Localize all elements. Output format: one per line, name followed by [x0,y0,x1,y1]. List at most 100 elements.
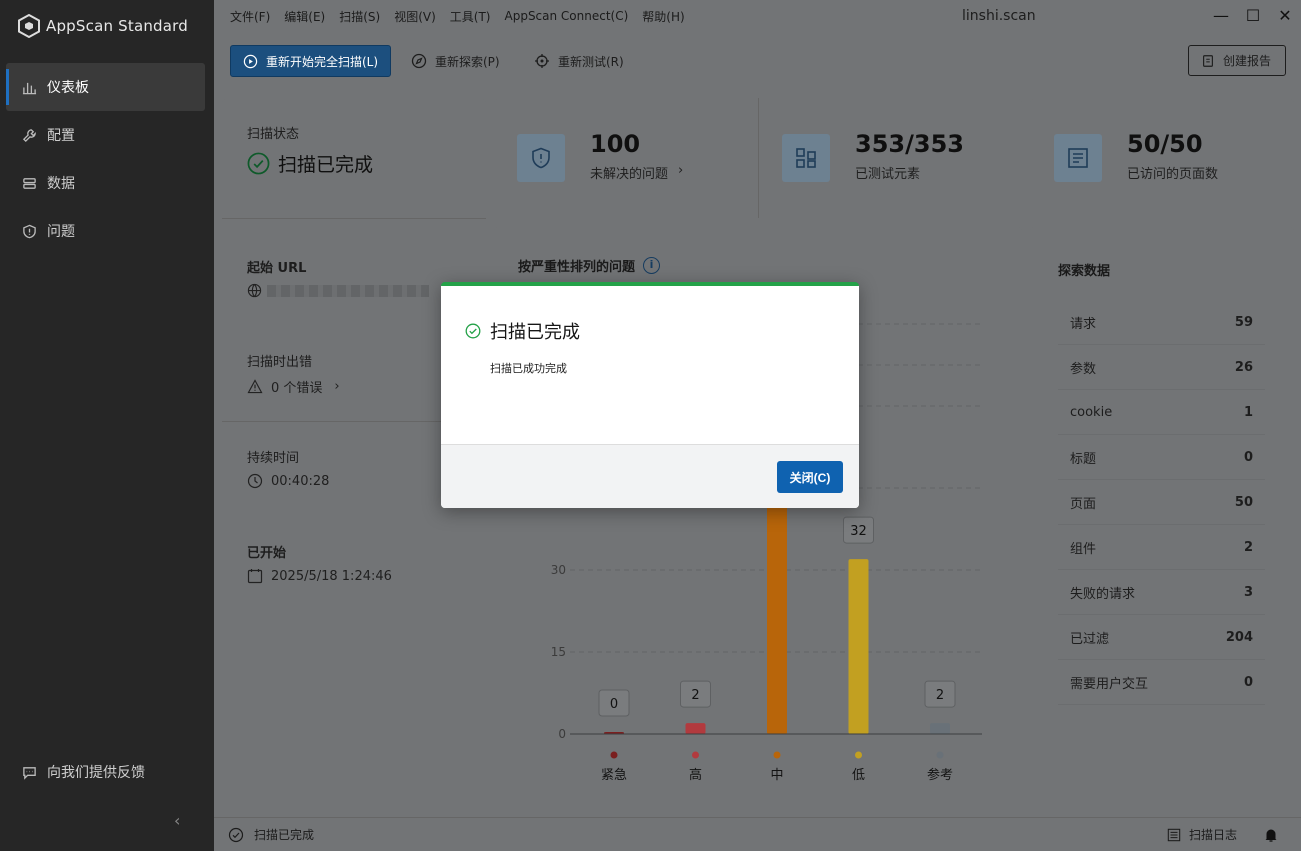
open-issues-value: 100 [590,130,641,158]
scan-log-label: 扫描日志 [1188,828,1237,842]
started-row: 2025/5/18 1:24:46 [247,568,392,584]
play-circle-icon [243,54,258,68]
chevron-right-icon: › [678,163,684,178]
duration-value: 00:40:28 [271,473,330,489]
errors-link[interactable]: 0 个错误 › [247,377,340,396]
explore-row-label: 请求 [1070,316,1097,332]
explore-row-value: 59 [1234,314,1253,330]
sidebar-item-dashboard[interactable]: 仪表板 [6,63,205,111]
menu-view[interactable]: 视图(V) [394,8,436,25]
explore-row: 参数 26 [1058,345,1265,390]
pages-stat-card: 50/50 已访问的页面数 [1030,98,1294,218]
elements-stat-iconbox [782,134,830,182]
explore-row: 组件 2 [1058,525,1265,570]
dialog-footer: 关闭(C) [441,444,859,508]
explore-row: 已过滤 204 [1058,615,1265,660]
menu-file[interactable]: 文件(F) [230,8,270,25]
close-window-button[interactable]: ✕ [1274,6,1296,26]
sidebar-item-label: 问题 [47,224,75,240]
started-label: 已开始 [247,546,287,561]
value-label: 2 [936,688,944,703]
stats-card: 100 未解决的问题 › 353/353 已测试元素 [494,98,1022,218]
bar-4 [930,723,950,734]
bell-icon[interactable] [1263,827,1279,843]
create-report-button[interactable]: 创建报告 [1188,45,1286,76]
feedback-link[interactable]: 向我们提供反馈 [6,748,205,796]
scan-log-button[interactable]: 扫描日志 [1167,826,1237,843]
explore-row-value: 1 [1243,404,1253,420]
feedback-label: 向我们提供反馈 [47,765,145,781]
clock-icon [247,473,263,489]
category-label: 高 [689,767,702,783]
explore-row: 需要用户交互 0 [1058,660,1265,705]
sidebar-item-issues[interactable]: 问题 [6,207,205,255]
minimize-button[interactable]: — [1210,6,1232,26]
explore-row-label: cookie [1070,404,1113,420]
divider [758,98,759,218]
tested-elements-label: 已测试元素 [855,167,921,182]
errors-label: 扫描时出错 [247,355,313,370]
legend-dot [692,751,699,759]
bar-3 [848,559,869,734]
explore-row-value: 3 [1243,584,1253,600]
retest-button[interactable]: 重新测试(R) [534,45,624,77]
warning-circle-icon [23,224,36,238]
menu-help[interactable]: 帮助(H) [642,8,684,25]
explore-row-value: 204 [1225,629,1253,645]
sidebar-item-config[interactable]: 配置 [6,111,205,159]
sidebar-item-data[interactable]: 数据 [6,159,205,207]
explore-row: 页面 50 [1058,480,1265,525]
reexplore-button[interactable]: 重新探索(P) [411,45,500,77]
explore-row: 标题 0 [1058,435,1265,480]
menu-appscan-connect[interactable]: AppScan Connect(C) [505,9,629,23]
window-title: linshi.scan [962,8,1036,24]
start-url-redacted [267,285,429,297]
sidebar-item-label: 配置 [47,128,75,144]
issues-stat-iconbox [517,134,565,182]
explore-row-value: 26 [1234,359,1253,375]
rescan-full-button[interactable]: 重新开始完全扫描(L) [230,45,391,77]
explore-row-label: 参数 [1070,361,1097,377]
rescan-full-label: 重新开始完全扫描(L) [266,54,379,69]
duration-label: 持续时间 [247,451,300,466]
legend-dot [773,751,781,759]
category-label: 中 [770,768,783,783]
menu-scan[interactable]: 扫描(S) [339,8,380,25]
dialog-title: 扫描已完成 [490,322,580,343]
check-circle-icon [465,323,481,339]
appscan-logo-icon [18,14,40,38]
target-icon [535,54,549,68]
explore-row-value: 50 [1234,494,1253,510]
explore-row-label: 页面 [1070,496,1097,512]
open-issues-link[interactable]: 未解决的问题 › [590,163,683,182]
explore-row-value: 0 [1243,449,1253,465]
duration-row: 00:40:28 [247,473,329,489]
explore-row-value: 0 [1243,674,1253,690]
explore-data-table: 请求 59 参数 26 cookie 1 标题 0 页面 50 组件 2 失败的请求 3 已过滤 204 需要用… [1058,300,1265,705]
collapse-sidebar-button[interactable]: ‹ [174,811,180,830]
visited-pages-value: 50/50 [1127,130,1203,158]
check-circle-icon [228,827,244,842]
close-dialog-button[interactable]: 关闭(C) [777,461,843,493]
legend-dot [936,751,944,759]
sidebar-item-label: 仪表板 [47,80,89,96]
menu-edit[interactable]: 编辑(E) [284,8,325,25]
value-label: 32 [850,524,867,539]
scan-status-value: 扫描已完成 [278,154,374,176]
maximize-button[interactable]: ☐ [1242,6,1264,26]
tested-elements-value: 353/353 [855,130,964,158]
scan-complete-dialog: 扫描已完成 扫描已成功完成 关闭(C) [441,282,859,508]
explore-row: 失败的请求 3 [1058,570,1265,615]
value-label: 0 [610,697,618,712]
explore-data-title: 探索数据 [1058,264,1111,279]
chart-icon [22,82,37,94]
shield-alert-icon [532,147,550,169]
create-report-label: 创建报告 [1223,54,1272,68]
sidebar-item-label: 数据 [47,176,75,192]
chevron-right-icon: › [334,379,340,394]
category-label: 参考 [927,767,953,783]
database-icon [23,177,36,189]
menu-tools[interactable]: 工具(T) [450,8,491,25]
value-label: 2 [691,688,699,703]
scan-status-label: 扫描状态 [247,127,300,142]
